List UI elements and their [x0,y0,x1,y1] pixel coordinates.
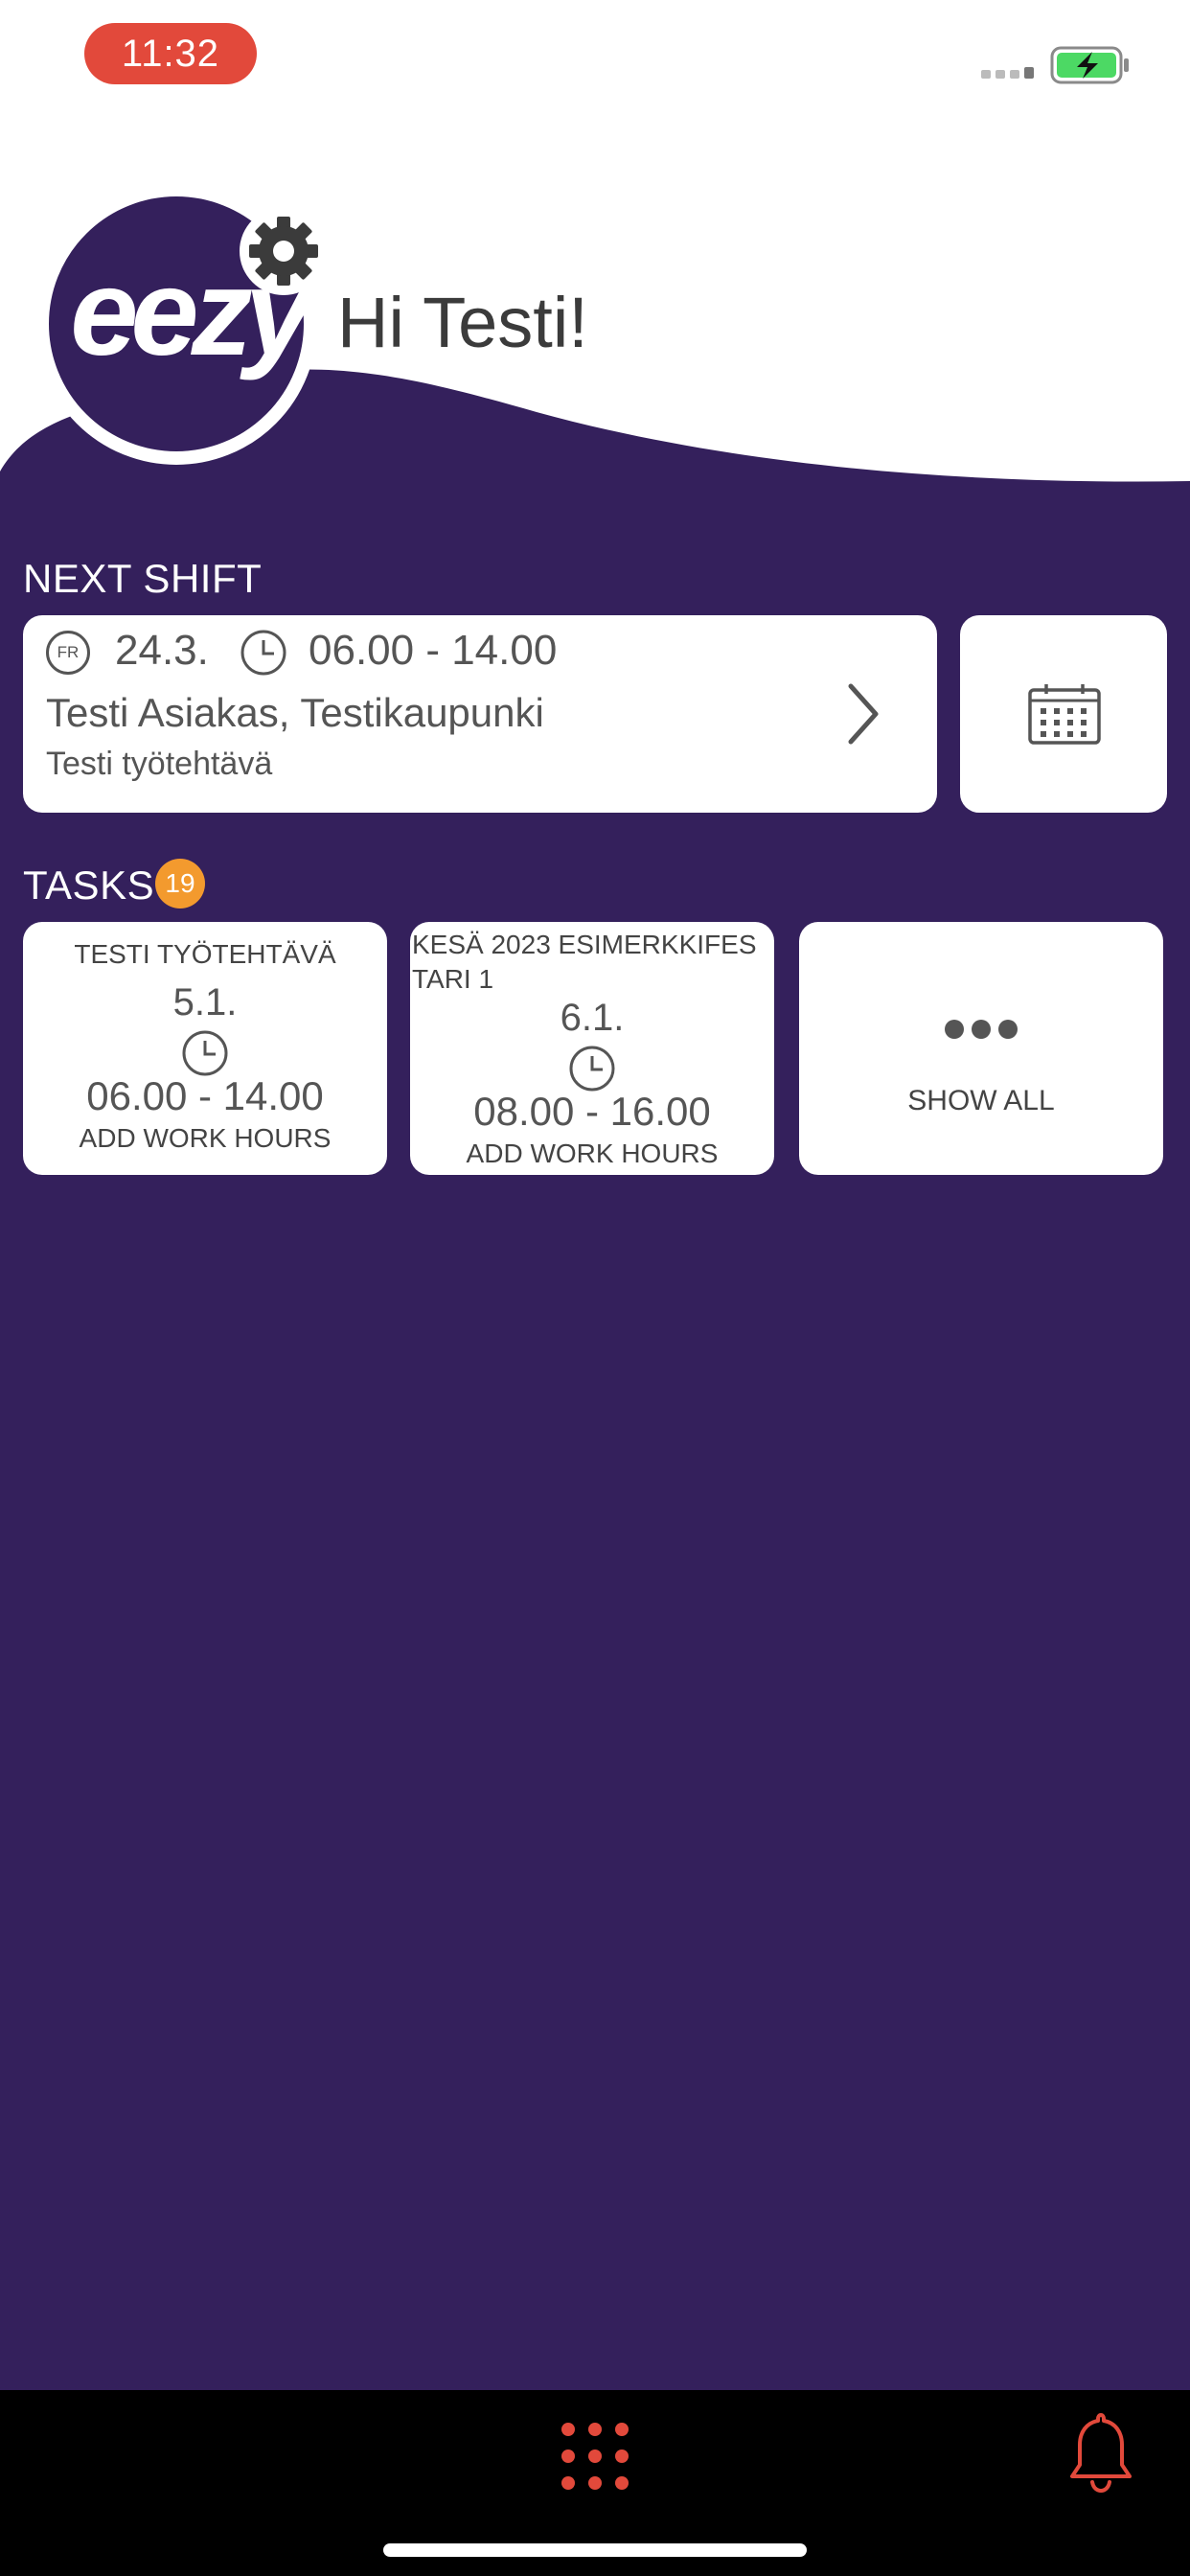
task-date: 6.1. [560,997,625,1039]
clock-icon [569,1046,615,1092]
shift-date: 24.3. [115,627,209,674]
bottom-navigation-bar [0,2390,1190,2576]
greeting-title: Hi Testi! [337,283,588,362]
home-indicator[interactable] [383,2543,807,2557]
show-all-label: SHOW ALL [907,1085,1055,1116]
shift-time: 06.00 - 14.00 [309,627,558,674]
task-card[interactable]: KESÄ 2023 ESIMERKKIFESTARI 1 6.1. 08.00 … [410,922,774,1175]
menu-grid-icon[interactable] [560,2421,630,2492]
task-title: KESÄ 2023 ESIMERKKIFESTARI 1 [412,930,757,994]
battery-icon [1050,46,1129,84]
chevron-right-icon[interactable] [843,680,881,748]
task-card[interactable]: TESTI TYÖTEHTÄVÄ 5.1. 06.00 - 14.00 ADD … [23,922,387,1175]
task-title: TESTI TYÖTEHTÄVÄ [74,939,336,969]
calendar-icon [1028,684,1101,745]
clock-icon [240,630,286,676]
weekday-badge: FR [46,631,90,675]
more-dots-icon [945,1020,1018,1039]
gear-icon[interactable] [240,207,328,295]
shift-task: Testi työtehtävä [46,746,273,782]
add-work-hours-link[interactable]: ADD WORK HOURS [410,1138,774,1169]
tasks-heading: TASKS [23,862,155,908]
signal-icon [981,67,1034,79]
status-time: 11:32 [84,23,257,84]
calendar-button[interactable] [960,615,1167,813]
next-shift-card[interactable]: FR 24.3. 06.00 - 14.00 Testi Asiakas, Te… [23,615,937,813]
show-all-tasks-button[interactable]: SHOW ALL [799,922,1163,1175]
task-date: 5.1. [172,981,238,1024]
add-work-hours-link[interactable]: ADD WORK HOURS [23,1123,387,1154]
next-shift-heading: NEXT SHIFT [23,556,263,601]
task-time: 08.00 - 16.00 [473,1089,711,1134]
task-time: 06.00 - 14.00 [86,1073,324,1118]
shift-customer: Testi Asiakas, Testikaupunki [46,690,544,735]
bell-icon[interactable] [1067,2411,1134,2494]
clock-icon [182,1030,228,1076]
tasks-count-badge: 19 [155,859,205,908]
